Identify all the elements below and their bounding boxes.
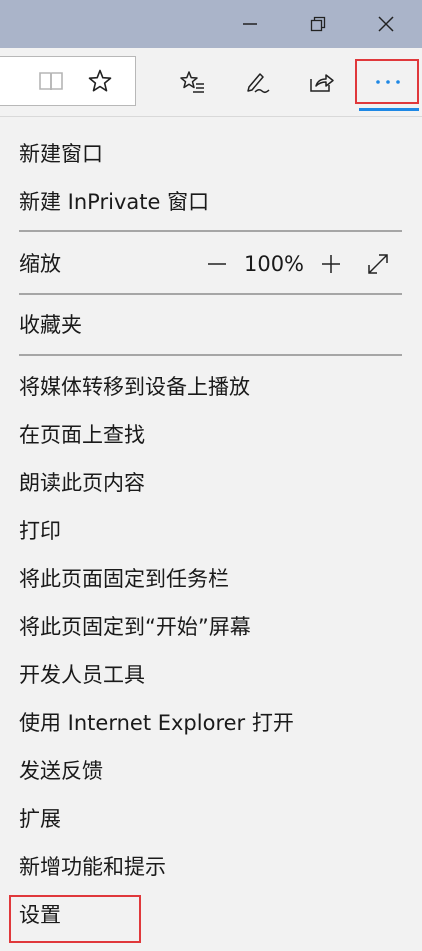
favorites-hub-icon (180, 71, 204, 93)
menu-item-send-feedback[interactable]: 发送反馈 (19, 758, 103, 784)
menu-divider (19, 354, 402, 356)
menu-divider (19, 293, 402, 295)
menu-item-read-aloud[interactable]: 朗读此页内容 (19, 470, 145, 496)
zoom-out-button[interactable] (202, 249, 232, 279)
settings-menu: 新建窗口 新建 InPrivate 窗口 缩放 100% 收藏夹 将媒体转移到设… (0, 116, 422, 951)
active-indicator (359, 108, 419, 111)
menu-item-pin-to-start[interactable]: 将此页固定到“开始”屏幕 (19, 614, 251, 640)
menu-item-cast-media[interactable]: 将媒体转移到设备上播放 (19, 374, 250, 400)
favorite-star-icon (88, 69, 112, 92)
share-button[interactable] (305, 65, 339, 99)
restore-button[interactable] (290, 0, 346, 48)
menu-item-new-inprivate-window[interactable]: 新建 InPrivate 窗口 (19, 189, 209, 215)
web-note-icon (247, 73, 270, 94)
restore-icon (310, 16, 326, 32)
zoom-value: 100% (243, 252, 305, 276)
menu-item-developer-tools[interactable]: 开发人员工具 (19, 662, 145, 688)
close-button[interactable] (358, 0, 414, 48)
menu-item-whats-new[interactable]: 新增功能和提示 (19, 854, 166, 880)
plus-icon (322, 255, 340, 273)
menu-item-new-window[interactable]: 新建窗口 (19, 141, 103, 167)
minimize-icon (243, 23, 257, 25)
close-icon (378, 16, 394, 32)
zoom-level: 100% (243, 249, 305, 279)
web-note-button[interactable] (241, 65, 275, 99)
menu-item-open-with-ie[interactable]: 使用 Internet Explorer 打开 (19, 710, 294, 736)
toolbar (0, 48, 422, 116)
reading-view-icon (39, 72, 63, 91)
title-bar (0, 0, 422, 48)
menu-item-pin-to-taskbar[interactable]: 将此页面固定到任务栏 (19, 566, 229, 592)
menu-item-find-on-page[interactable]: 在页面上查找 (19, 422, 145, 448)
address-bar[interactable] (0, 56, 136, 106)
menu-item-print[interactable]: 打印 (19, 518, 61, 544)
share-icon (310, 74, 334, 92)
reading-view-button[interactable] (35, 66, 67, 96)
menu-item-extensions[interactable]: 扩展 (19, 806, 61, 832)
add-favorite-button[interactable] (83, 65, 117, 97)
minimize-button[interactable] (222, 0, 278, 48)
minus-icon (208, 263, 226, 265)
menu-item-settings[interactable]: 设置 (19, 902, 61, 928)
fullscreen-icon (368, 254, 388, 274)
zoom-in-button[interactable] (316, 249, 346, 279)
menu-divider (19, 230, 402, 232)
favorites-hub-button[interactable] (175, 65, 209, 99)
fullscreen-button[interactable] (363, 249, 393, 279)
menu-item-favorites[interactable]: 收藏夹 (19, 312, 82, 338)
zoom-label: 缩放 (19, 252, 61, 276)
more-button[interactable] (359, 63, 417, 101)
more-icon (376, 80, 400, 84)
